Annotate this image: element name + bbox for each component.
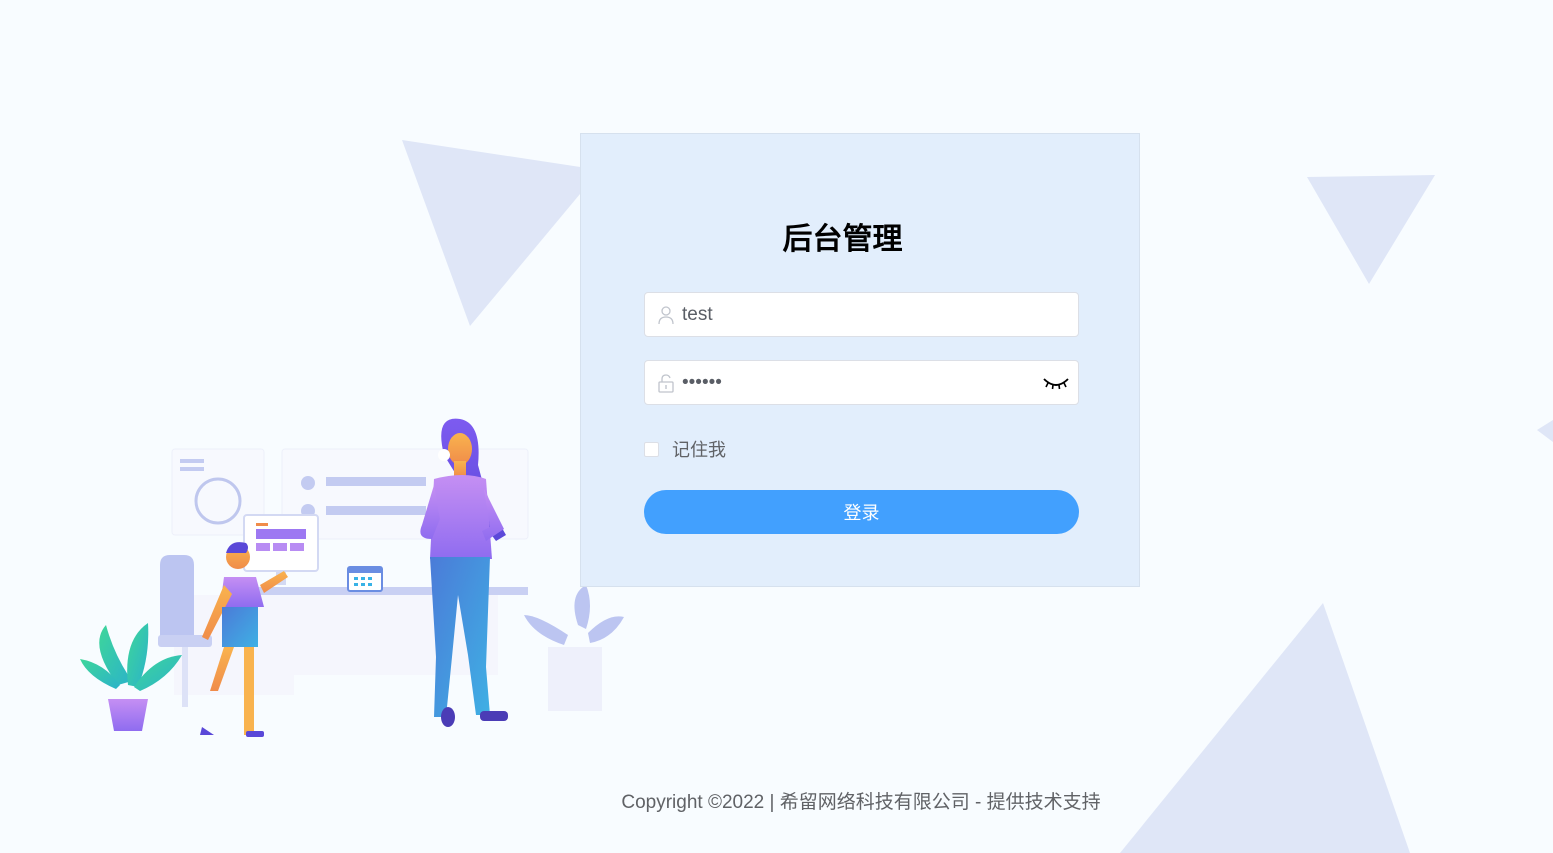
eye-closed-icon[interactable] bbox=[1042, 373, 1070, 393]
remember-me-checkbox[interactable] bbox=[644, 441, 659, 457]
login-title: 后台管理 bbox=[782, 222, 903, 257]
triangle-decoration bbox=[1307, 175, 1435, 284]
user-icon bbox=[658, 306, 674, 325]
remember-me-label: 记住我 bbox=[672, 440, 726, 461]
footer-copyright: Copyright ©2022 | 希留网络科技有限公司 - 提供技术支持 bbox=[621, 792, 1101, 813]
office-illustration bbox=[80, 418, 624, 737]
password-field[interactable] bbox=[644, 360, 1079, 405]
login-card: 后台管理 记住我 登录 bbox=[580, 133, 1140, 587]
login-button[interactable]: 登录 bbox=[644, 490, 1079, 534]
username-field[interactable] bbox=[644, 292, 1079, 337]
password-input[interactable] bbox=[682, 361, 1022, 404]
triangle-decoration bbox=[1537, 420, 1553, 442]
unlock-icon bbox=[658, 374, 674, 393]
triangle-decoration bbox=[402, 140, 600, 326]
remember-me[interactable]: 记住我 bbox=[644, 437, 726, 461]
username-input[interactable] bbox=[682, 293, 1022, 336]
